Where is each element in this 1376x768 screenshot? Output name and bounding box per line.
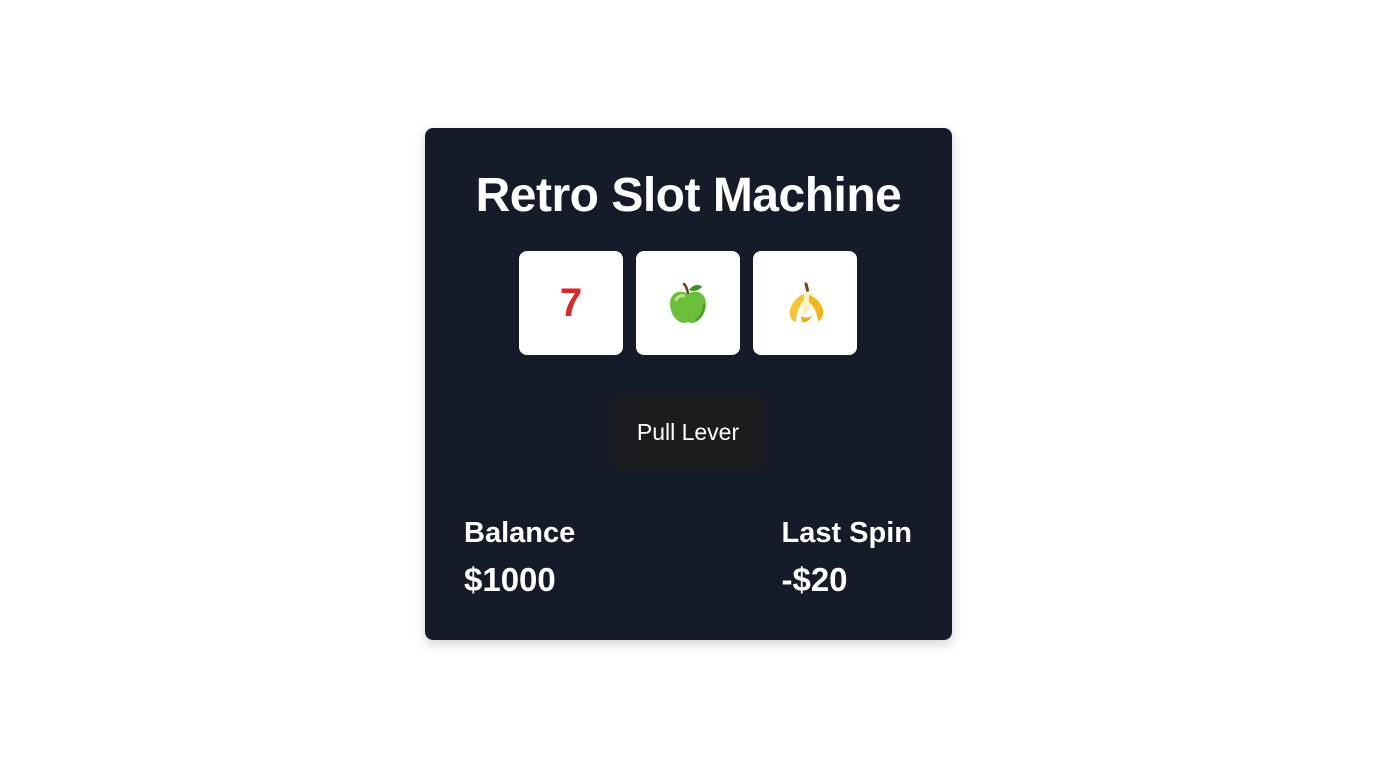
balance-label: Balance <box>464 517 576 549</box>
balance-stat: Balance $1000 <box>464 516 575 600</box>
last-spin-label: Last Spin <box>781 517 912 549</box>
reel-1: 7 <box>519 251 623 355</box>
balance-value: $1000 <box>464 561 556 598</box>
green-apple-icon <box>665 280 711 326</box>
reel-2 <box>636 251 740 355</box>
seven-icon: 7 <box>559 280 583 325</box>
reels-row: 7 <box>519 251 857 355</box>
slot-machine-panel: Retro Slot Machine 7 Pull Lever Balance … <box>425 128 952 640</box>
reel-3 <box>753 251 857 355</box>
page-title: Retro Slot Machine <box>475 169 902 222</box>
pull-lever-button[interactable]: Pull Lever <box>611 394 765 470</box>
last-spin-value: -$20 <box>781 561 848 598</box>
last-spin-stat: Last Spin -$20 <box>781 516 912 600</box>
banana-icon <box>782 280 828 326</box>
page: Retro Slot Machine 7 Pull Lever Balance … <box>0 0 1376 768</box>
